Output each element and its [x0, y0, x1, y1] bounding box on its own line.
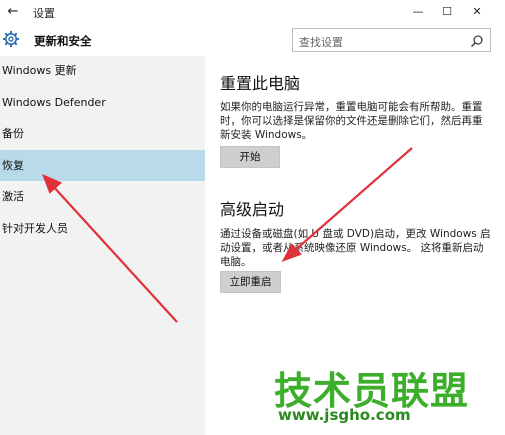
close-button[interactable]: ✕ [462, 0, 492, 24]
reset-heading: 重置此电脑 [220, 74, 301, 93]
window-title: 设置 [33, 7, 55, 20]
settings-header: 更新和安全 查找设置 [0, 24, 505, 56]
search-icon[interactable] [470, 34, 484, 48]
sidebar-item-windows-defender[interactable]: Windows Defender [0, 88, 205, 118]
gear-icon [3, 31, 19, 47]
sidebar-item-recovery[interactable]: 恢复 [0, 150, 205, 181]
maximize-button[interactable]: ☐ [432, 0, 462, 24]
sidebar: Windows 更新 Windows Defender 备份 恢复 激活 针对开… [0, 56, 205, 435]
advanced-startup-description: 通过设备或磁盘(如 U 盘或 DVD)启动，更改 Windows 启动设置，或者… [220, 228, 491, 268]
advanced-startup-heading: 高级启动 [220, 200, 285, 219]
title-bar: ← 设置 — ☐ ✕ [0, 0, 505, 24]
watermark-url: www.jsgho.com [278, 406, 411, 424]
sidebar-item-windows-update[interactable]: Windows 更新 [0, 56, 205, 86]
sidebar-item-developers[interactable]: 针对开发人员 [0, 214, 205, 244]
restart-now-button[interactable]: 立即重启 [220, 271, 281, 293]
search-input[interactable]: 查找设置 [292, 28, 491, 52]
watermark-logo: 技术员联盟 www.jsgho.com [270, 360, 500, 430]
search-placeholder: 查找设置 [299, 36, 343, 49]
section-title: 更新和安全 [34, 34, 92, 48]
back-arrow-icon[interactable]: ← [4, 3, 22, 21]
minimize-button[interactable]: — [403, 0, 433, 24]
sidebar-item-activation[interactable]: 激活 [0, 182, 205, 212]
start-button[interactable]: 开始 [220, 146, 280, 168]
sidebar-item-backup[interactable]: 备份 [0, 119, 205, 149]
reset-description: 如果你的电脑运行异常，重置电脑可能会有所帮助。重置时，你可以选择是保留你的文件还… [220, 101, 483, 141]
